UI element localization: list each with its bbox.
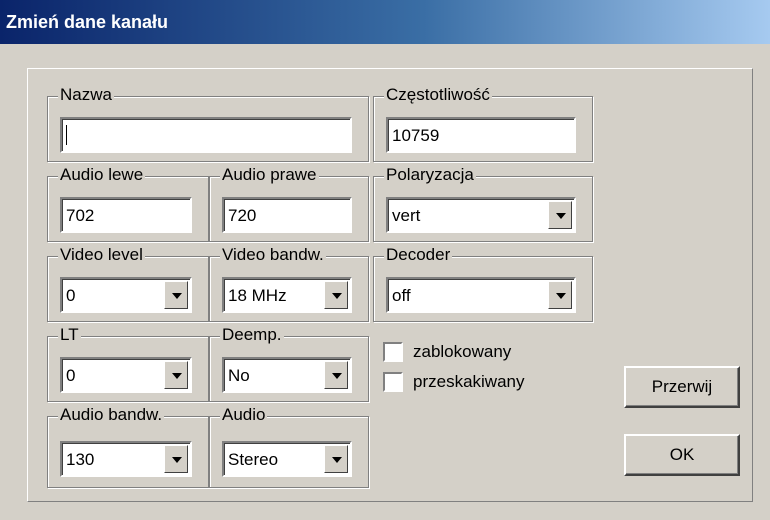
group-nazwa: Nazwa	[47, 85, 369, 162]
group-audio-prawe: Audio prawe 720	[209, 165, 369, 242]
group-audio-lewe: Audio lewe 702	[47, 165, 209, 242]
audio-bandw-select[interactable]: 130	[60, 441, 192, 477]
lt-label: LT	[58, 325, 81, 345]
ok-button[interactable]: OK	[624, 434, 740, 476]
przeskakiwany-label[interactable]: przeskakiwany	[413, 372, 525, 392]
lt-select[interactable]: 0	[60, 357, 192, 393]
nazwa-input[interactable]	[60, 117, 352, 153]
group-video-level: Video level 0	[47, 245, 209, 322]
group-audio-bandw: Audio bandw. 130	[47, 405, 209, 488]
audio-prawe-label: Audio prawe	[220, 165, 319, 185]
czestotliwosc-label: Częstotliwość	[384, 85, 492, 105]
deemp-select[interactable]: No	[222, 357, 352, 393]
polaryzacja-dropdown-icon[interactable]	[548, 201, 572, 229]
audio-lewe-label: Audio lewe	[58, 165, 146, 185]
window-title: Zmień dane kanału	[6, 12, 169, 32]
group-video-bandw: Video bandw. 18 MHz	[209, 245, 369, 322]
video-bandw-label: Video bandw.	[220, 245, 326, 265]
group-deemp: Deemp. No	[209, 325, 369, 402]
polaryzacja-select[interactable]: vert	[386, 197, 576, 233]
audio-prawe-input[interactable]: 720	[222, 197, 352, 233]
decoder-select[interactable]: off	[386, 277, 576, 313]
polaryzacja-label: Polaryzacja	[384, 165, 476, 185]
video-level-dropdown-icon[interactable]	[164, 281, 188, 309]
czestotliwosc-input[interactable]: 10759	[386, 117, 576, 153]
lt-dropdown-icon[interactable]	[164, 361, 188, 389]
zablokowany-checkbox[interactable]	[383, 342, 403, 362]
group-lt: LT 0	[47, 325, 209, 402]
group-decoder: Decoder off	[373, 245, 593, 322]
group-audio: Audio Stereo	[209, 405, 369, 488]
decoder-dropdown-icon[interactable]	[548, 281, 572, 309]
decoder-label: Decoder	[384, 245, 453, 265]
zablokowany-label[interactable]: zablokowany	[413, 342, 511, 362]
audio-lewe-input[interactable]: 702	[60, 197, 192, 233]
group-polaryzacja: Polaryzacja vert	[373, 165, 593, 242]
audio-bandw-dropdown-icon[interactable]	[164, 445, 188, 473]
audio-label: Audio	[220, 405, 268, 425]
group-czestotliwosc: Częstotliwość 10759	[373, 85, 593, 162]
nazwa-label: Nazwa	[58, 85, 114, 105]
video-level-select[interactable]: 0	[60, 277, 192, 313]
deemp-label: Deemp.	[220, 325, 284, 345]
audio-bandw-label: Audio bandw.	[58, 405, 165, 425]
deemp-dropdown-icon[interactable]	[324, 361, 348, 389]
text-caret	[66, 125, 67, 145]
title-bar: Zmień dane kanału	[0, 0, 770, 44]
audio-dropdown-icon[interactable]	[324, 445, 348, 473]
video-bandw-dropdown-icon[interactable]	[324, 281, 348, 309]
cancel-button[interactable]: Przerwij	[624, 366, 740, 408]
przeskakiwany-checkbox[interactable]	[383, 372, 403, 392]
video-bandw-select[interactable]: 18 MHz	[222, 277, 352, 313]
audio-select[interactable]: Stereo	[222, 441, 352, 477]
video-level-label: Video level	[58, 245, 145, 265]
